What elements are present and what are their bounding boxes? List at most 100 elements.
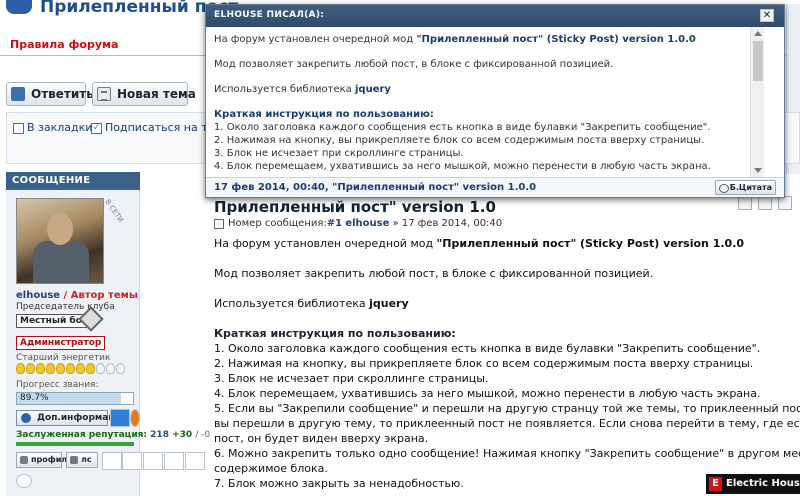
- watermark-text: Electric House: [726, 478, 800, 489]
- rank-bulb-icon: [66, 363, 75, 374]
- post-intro-mod: "Прилепленный пост" (Sticky Post) versio…: [436, 237, 745, 250]
- sticky-post-popup[interactable]: ELHOUSE ПИСАЛ(А): ✕ На форум установлен …: [205, 4, 785, 198]
- rank-bulb-icon: [116, 363, 125, 374]
- popup-title: ELHOUSE ПИСАЛ(А):: [214, 10, 325, 20]
- reputation-label: Заслуженная репутация:: [16, 430, 148, 440]
- post-step: 1. Около заголовка каждого сообщения ест…: [214, 342, 761, 355]
- reputation-value: 218: [150, 430, 169, 440]
- avatar-figure-body: [33, 241, 89, 283]
- bookmark-icon[interactable]: [13, 123, 24, 134]
- bookmarks-link[interactable]: В закладки: [27, 121, 92, 134]
- author-profile: В СЕТИ elhouse / Автор темы Председатель…: [6, 190, 210, 496]
- reputation-bar: [16, 442, 134, 446]
- popup-scrollbar[interactable]: [750, 27, 764, 177]
- avatar[interactable]: [16, 198, 104, 284]
- popup-intro-prefix: На форум установлен очередной мод: [214, 34, 417, 45]
- popup-footer-date: 17 фев 2014, 00:40: [214, 182, 325, 193]
- website-icon[interactable]: [16, 474, 32, 488]
- quote-button[interactable]: Б.Цитата: [714, 180, 776, 195]
- extra-info-button[interactable]: Доп.информация: [16, 410, 127, 426]
- post-step: 6. Можно закрепить только одно сообщение…: [214, 447, 800, 460]
- subscribe-checkbox[interactable]: ✓: [91, 123, 102, 134]
- post-date: » 17 фев 2014, 00:40: [392, 218, 503, 229]
- rank-bulb-icon: [96, 363, 105, 374]
- post-author-link[interactable]: elhouse: [345, 218, 389, 229]
- rank-bulb-icon: [106, 363, 115, 374]
- rank-bulb-icon: [56, 363, 65, 374]
- club-role: Председатель клуба: [16, 302, 115, 312]
- author-username[interactable]: elhouse: [16, 290, 60, 301]
- popup-line-2: Мод позволяет закрепить любой пост, в бл…: [214, 59, 614, 70]
- name-separator: /: [63, 290, 68, 301]
- scroll-down-icon[interactable]: [754, 168, 762, 173]
- electric-house-watermark: E Electric House: [706, 474, 800, 494]
- reply-icon: [11, 87, 25, 101]
- popup-step: 1. Около заголовка каждого сообщения ест…: [214, 122, 711, 133]
- new-topic-label: Новая тема: [117, 87, 196, 101]
- popup-step: 3. Блок не исчезает при скроллинге стран…: [214, 148, 464, 159]
- post-intro-prefix: На форум установлен очередной мод: [214, 237, 437, 250]
- post-library: Используется библиотека jquery: [214, 296, 800, 311]
- post-body: На форум установлен очередной мод "Приле…: [214, 236, 800, 496]
- popup-library: Используется библиотека jquery: [214, 83, 742, 96]
- blog-icon[interactable]: [185, 452, 205, 470]
- report-icon[interactable]: [758, 196, 772, 210]
- popup-footer-text: 17 фев 2014, 00:40, "Прилепленный пост" …: [214, 182, 537, 193]
- rules-link[interactable]: Правила форума: [10, 38, 118, 51]
- popup-library-prefix: Используется библиотека: [214, 84, 355, 95]
- progress-label: Прогресс звания:: [16, 380, 99, 390]
- watermark-logo-icon: E: [709, 477, 722, 491]
- scroll-up-icon[interactable]: [754, 31, 762, 36]
- rank-bulb-icon: [16, 363, 25, 374]
- post-number-icon: [214, 219, 224, 229]
- post-library-name: jquery: [369, 297, 409, 310]
- topic-author-label: Автор темы: [70, 290, 138, 301]
- post-number-link[interactable]: #1: [327, 218, 342, 229]
- popup-step: 4. Блок перемещаем, ухватившись за него …: [214, 161, 711, 172]
- folder-icon[interactable]: [164, 452, 184, 470]
- post-line-2: Мод позволяет закрепить любой пост, в бл…: [214, 267, 654, 280]
- globe-icon[interactable]: [122, 452, 142, 470]
- user-rank: Старший энергетик: [16, 353, 111, 363]
- rank-progress-bar: 89.7%: [16, 392, 134, 405]
- reputation-minus: / -0: [195, 430, 211, 440]
- post-guide-title: Краткая инструкция по пользованию:: [214, 327, 456, 340]
- reputation-plus: +30: [172, 430, 193, 440]
- email-icon[interactable]: [102, 452, 122, 470]
- forum-logo-icon[interactable]: [6, 0, 32, 14]
- rank-bulb-icon: [86, 363, 95, 374]
- message-column-header: СООБЩЕНИЕ: [6, 172, 140, 190]
- post-number-label: Номер сообщения:: [228, 218, 327, 229]
- new-topic-icon: [97, 87, 111, 101]
- popup-header[interactable]: ELHOUSE ПИСАЛ(А): ✕: [206, 5, 784, 27]
- close-icon[interactable]: ✕: [760, 9, 774, 22]
- popup-intro: На форум установлен очередной мод "Приле…: [214, 33, 742, 46]
- pin-message-icon[interactable]: [738, 196, 752, 210]
- rank-progress-value: 89.7%: [20, 393, 49, 403]
- post-step: 4. Блок перемещаем, ухватившись за него …: [214, 387, 761, 400]
- new-topic-button[interactable]: Новая тема: [92, 82, 196, 106]
- popup-body: На форум установлен очередной мод "Приле…: [206, 27, 750, 177]
- post-step: 2. Нажимая на кнопку, вы прикрепляете бл…: [214, 357, 754, 370]
- rank-bulb-icon: [36, 363, 45, 374]
- reply-label: Ответить: [31, 87, 94, 101]
- post-step: пост, он будет виден вверху экрана.: [214, 432, 429, 445]
- post-library-prefix: Используется библиотека: [214, 297, 370, 310]
- reply-button[interactable]: Ответить: [6, 82, 94, 106]
- rank-bulbs: [16, 363, 128, 375]
- popup-guide-title: Краткая инструкция по пользованию:: [214, 109, 434, 120]
- rank-bulb-icon: [26, 363, 35, 374]
- online-status-badge: В СЕТИ: [103, 198, 125, 224]
- pm-button[interactable]: лс: [66, 452, 98, 468]
- popup-scroll-thumb[interactable]: [753, 41, 763, 81]
- post-step: 3. Блок не исчезает при скроллинге стран…: [214, 372, 489, 385]
- profile-button[interactable]: профиль: [16, 452, 72, 468]
- post-menu-icon[interactable]: [778, 196, 792, 210]
- popup-footer-title: "Прилепленный пост" version 1.0.0: [332, 182, 537, 193]
- windows-icon: [110, 409, 130, 427]
- reputation: Заслуженная репутация: 218 +30 / -0: [16, 430, 210, 440]
- rank-bulb-icon: [76, 363, 85, 374]
- post-title: Прилепленный пост" version 1.0: [214, 198, 496, 216]
- post-meta: Номер сообщения:#1 elhouse » 17 фев 2014…: [228, 218, 502, 229]
- photo-icon[interactable]: [143, 452, 163, 470]
